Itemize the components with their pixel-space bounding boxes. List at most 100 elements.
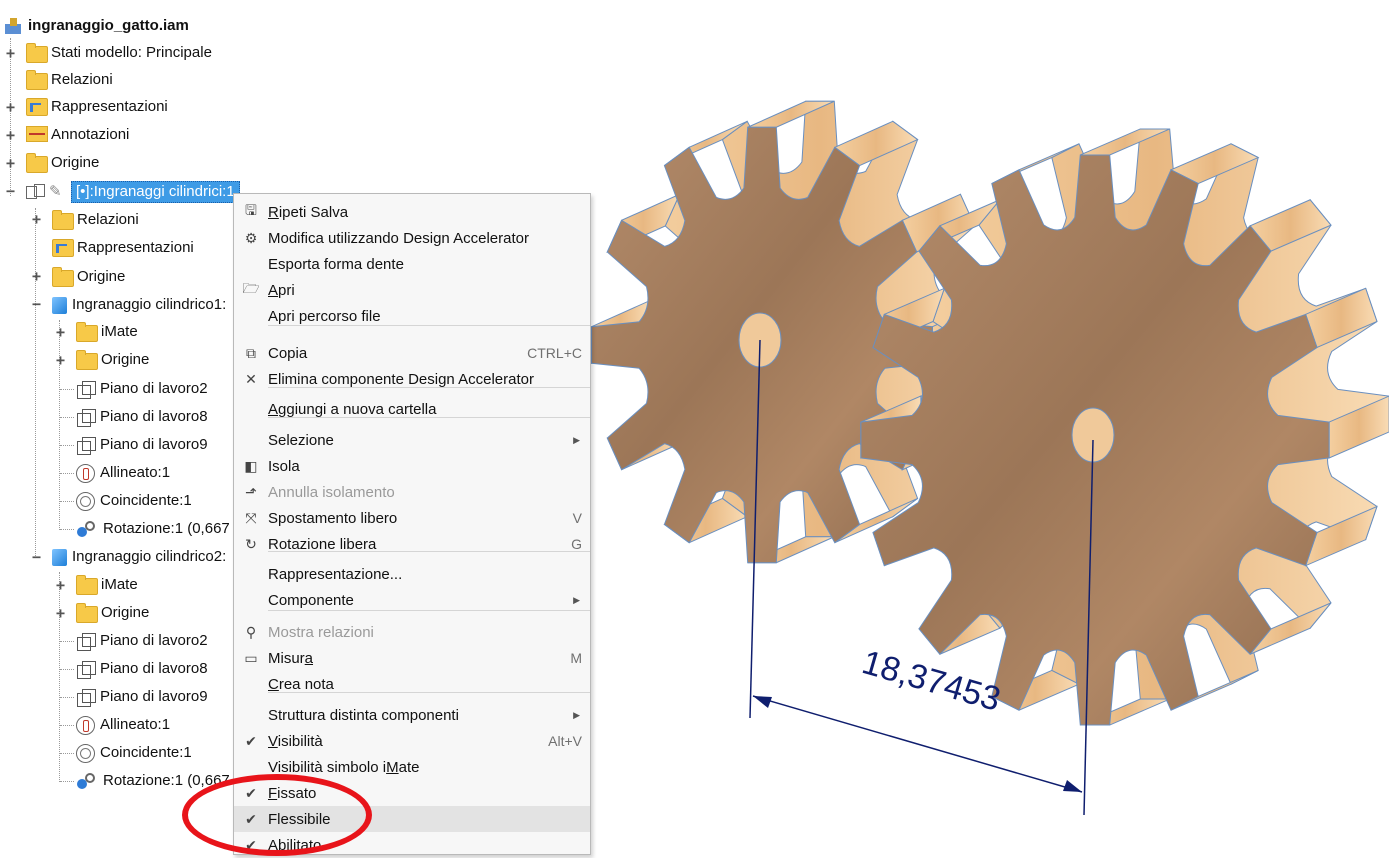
menu-item-ripeti-salva[interactable]: 🖫 Ripeti Salva	[234, 199, 590, 225]
menu-item-rappresentazione[interactable]: Rappresentazione...	[234, 561, 590, 587]
menu-item-mostra-relazioni[interactable]: ⚲ Mostra relazioni	[234, 619, 590, 645]
menu-item-flessibile[interactable]: ✔ Flessibile	[234, 806, 590, 832]
menu-item-visibilit[interactable]: ✔ Visibilità Alt+V	[234, 728, 590, 754]
coincident-constraint-icon	[76, 743, 95, 763]
context-menu: 🖫 Ripeti Salva ⚙ Modifica utilizzando Desig…	[233, 193, 591, 855]
tree-item-rotazione-1[interactable]: Rotazione:1 (0,667	[76, 517, 230, 541]
tree-item-label: Allineato:1	[100, 464, 171, 481]
tree-item-origine-3[interactable]: Origine	[76, 348, 149, 372]
tree-item-rappresentazioni[interactable]: Rappresentazioni	[26, 95, 168, 119]
menu-item-label: Aggiungi a nuova cartella	[268, 400, 437, 418]
tree-item-piano-2a[interactable]: Piano di lavoro2	[76, 377, 208, 401]
expand-icon[interactable]: +	[30, 269, 43, 284]
menu-item-crea-nota[interactable]: Crea nota	[234, 671, 590, 697]
expand-icon[interactable]: +	[54, 325, 67, 340]
menu-item-esporta-forma-dente[interactable]: Esporta forma dente	[234, 251, 590, 277]
expand-icon[interactable]: +	[4, 128, 17, 143]
tree-item-coincidente-2[interactable]: Coincidente:1	[76, 741, 192, 765]
menu-item-visibilit-simbolo-imate[interactable]: Visibilità simbolo iMate	[234, 754, 590, 780]
menu-item-rotazione-libera[interactable]: ↻ Rotazione libera G	[234, 531, 590, 557]
expand-icon[interactable]: +	[30, 212, 43, 227]
menu-item-misura[interactable]: ▭ Misura M	[234, 645, 590, 671]
menu-separator	[268, 417, 590, 418]
menu-item-label: Rotazione libera	[268, 535, 377, 553]
tree-item-origine-2[interactable]: Origine	[52, 265, 125, 289]
tree-item-piano-2b[interactable]: Piano di lavoro2	[76, 629, 208, 653]
tree-item-rappresentazioni-2[interactable]: Rappresentazioni	[52, 236, 194, 260]
menu-item-label: Modifica utilizzando Design Accelerator	[268, 229, 529, 247]
tree-item-label: Rotazione:1 (0,667	[103, 772, 230, 789]
tree-item-model-states[interactable]: Stati modello: Principale	[26, 41, 212, 65]
menu-item-modifica-utilizzando-design-accelerator[interactable]: ⚙ Modifica utilizzando Design Accelerator	[234, 225, 590, 251]
expand-icon[interactable]: +	[4, 156, 17, 171]
tree-item-relazioni-2[interactable]: Relazioni	[52, 208, 139, 232]
menu-item-spostamento-libero[interactable]: ⤧ Spostamento libero V	[234, 505, 590, 531]
tree-item-annotazioni[interactable]: Annotazioni	[26, 123, 129, 147]
part-cube-icon	[52, 296, 67, 314]
dimension-value[interactable]: 18,37453	[858, 643, 1005, 719]
tree-item-allineato-1[interactable]: Allineato:1	[76, 461, 170, 485]
tree-item-ingranaggi-cilindrici[interactable]: ✎ [•]:Ingranaggi cilindrici:1	[26, 180, 240, 204]
menu-item-selezione[interactable]: Selezione ▶	[234, 427, 590, 453]
gear-model[interactable]: 18,37453	[590, 0, 1389, 847]
tree-guide	[60, 641, 74, 642]
menu-item-fissato[interactable]: ✔ Fissato	[234, 780, 590, 806]
representation-folder-icon	[26, 98, 48, 116]
menu-item-isola[interactable]: ◧ Isola	[234, 453, 590, 479]
tree-item-label: Rotazione:1 (0,667	[103, 520, 230, 537]
tree-item-imate-1[interactable]: iMate	[76, 320, 138, 344]
check-icon: ✔	[245, 732, 257, 749]
menu-item-elimina-componente-design-accelerator[interactable]: ✕ Elimina componente Design Accelerator	[234, 366, 590, 392]
expand-icon[interactable]: +	[54, 353, 67, 368]
expand-icon[interactable]: +	[4, 100, 17, 115]
tree-root-label: ingranaggio_gatto.iam	[28, 17, 189, 34]
free-rotate-icon: ↻	[245, 535, 257, 552]
tree-item-label: iMate	[101, 576, 138, 593]
tree-item-rotazione-2[interactable]: Rotazione:1 (0,667	[76, 769, 230, 793]
folder-icon	[52, 210, 74, 230]
collapse-icon[interactable]: −	[4, 184, 17, 199]
tree-item-allineato-2[interactable]: Allineato:1	[76, 713, 170, 737]
tree-item-piano-9a[interactable]: Piano di lavoro9	[76, 433, 208, 457]
menu-item-annulla-isolamento[interactable]: ⬏ Annulla isolamento	[234, 479, 590, 505]
menu-item-label: Componente	[268, 591, 354, 609]
collapse-icon[interactable]: −	[30, 550, 43, 565]
tree-item-imate-2[interactable]: iMate	[76, 573, 138, 597]
tree-item-label: Rappresentazioni	[51, 98, 168, 115]
menu-item-shortcut: G	[571, 536, 582, 552]
menu-item-apri[interactable]: 🗁 Apri	[234, 277, 590, 303]
tree-item-piano-9b[interactable]: Piano di lavoro9	[76, 685, 208, 709]
delete-icon: ✕	[245, 370, 257, 387]
tree-item-relazioni[interactable]: Relazioni	[26, 68, 113, 92]
menu-separator	[268, 551, 590, 552]
menu-item-label: Misura	[268, 649, 314, 667]
tree-item-label: Piano di lavoro9	[100, 436, 208, 453]
menu-item-abilitato[interactable]: ✔ Abilitato	[234, 832, 590, 858]
menu-item-shortcut: CTRL+C	[527, 345, 582, 361]
tree-item-label: Allineato:1	[100, 716, 171, 733]
tree-item-label: Relazioni	[51, 71, 113, 88]
expand-icon[interactable]: +	[54, 578, 67, 593]
menu-item-aggiungi-a-nuova-cartella[interactable]: Aggiungi a nuova cartella	[234, 396, 590, 422]
menu-item-copia[interactable]: ⧉ Copia CTRL+C	[234, 340, 590, 366]
tree-guide	[60, 417, 74, 418]
tree-item-label: Coincidente:1	[100, 744, 192, 761]
tree-item-piano-8b[interactable]: Piano di lavoro8	[76, 657, 208, 681]
tree-item-coincidente-1[interactable]: Coincidente:1	[76, 489, 192, 513]
menu-separator	[268, 610, 590, 611]
graphics-viewport[interactable]: 18,37453	[590, 0, 1389, 847]
tree-item-label: Ingranaggio cilindrico2:	[72, 548, 227, 565]
tree-root[interactable]: ingranaggio_gatto.iam	[5, 14, 189, 38]
tree-item-ingranaggio-2[interactable]: Ingranaggio cilindrico2:	[52, 545, 226, 569]
tree-item-origine-4[interactable]: Origine	[76, 601, 149, 625]
tree-item-piano-8a[interactable]: Piano di lavoro8	[76, 405, 208, 429]
menu-item-struttura-distinta-componenti[interactable]: Struttura distinta componenti ▶	[234, 702, 590, 728]
expand-icon[interactable]: +	[54, 606, 67, 621]
menu-item-shortcut: V	[572, 510, 582, 526]
menu-item-label: Abilitato	[268, 836, 322, 854]
tree-item-origine[interactable]: Origine	[26, 151, 99, 175]
folder-icon	[26, 153, 48, 173]
expand-icon[interactable]: +	[4, 46, 17, 61]
collapse-icon[interactable]: −	[30, 297, 43, 312]
tree-item-ingranaggio-1[interactable]: Ingranaggio cilindrico1:	[52, 293, 226, 317]
